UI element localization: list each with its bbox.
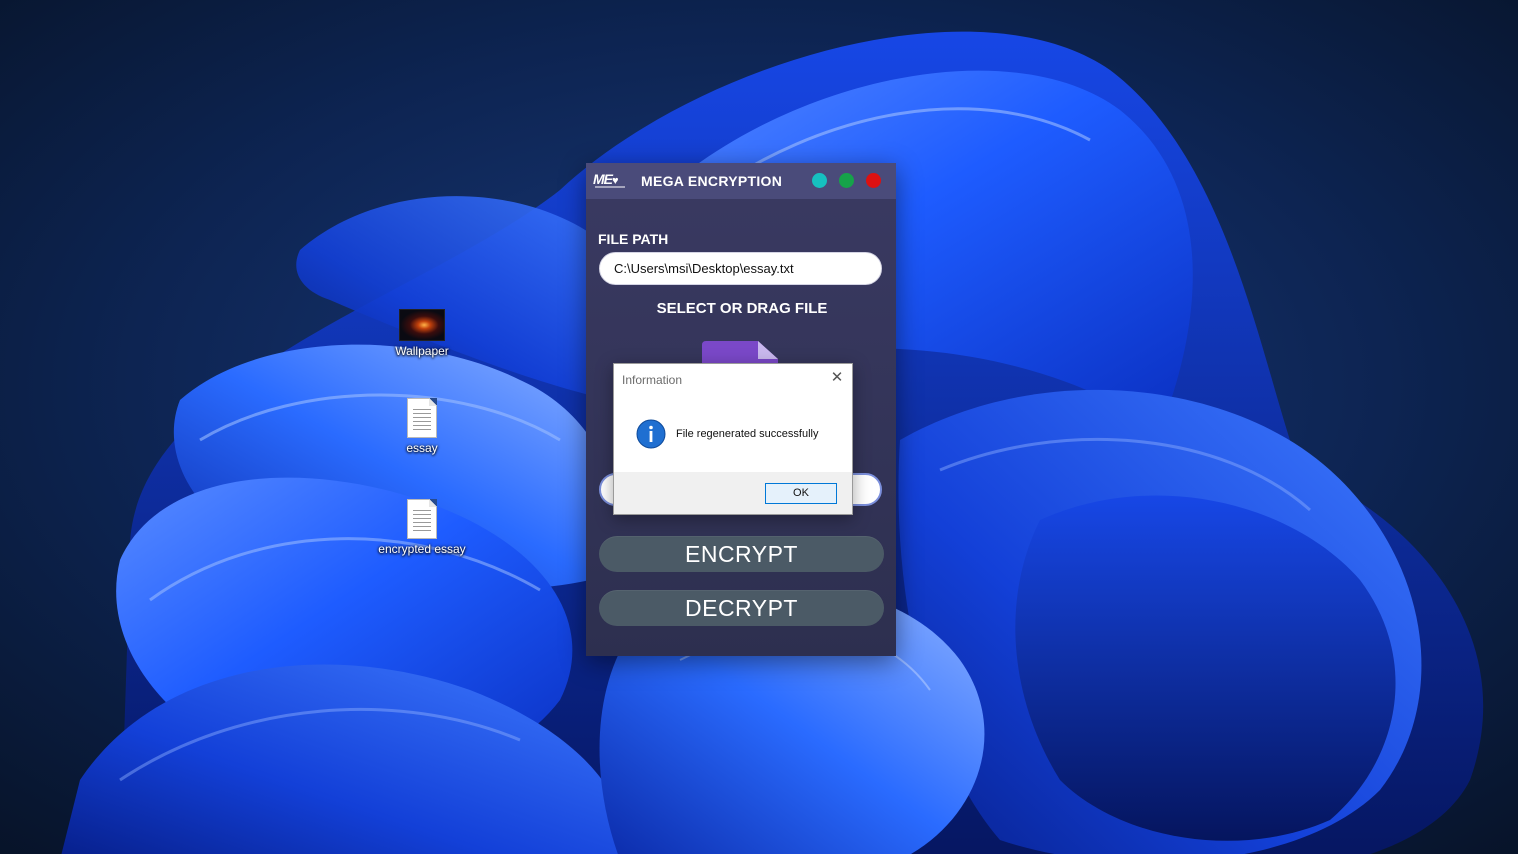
info-icon [636, 419, 666, 449]
select-drag-label: SELECT OR DRAG FILE [656, 300, 828, 317]
dialog-message: File regenerated successfully [676, 428, 819, 440]
desktop-icon-wallpaper[interactable]: Wallpaper [374, 309, 470, 358]
desktop-icon-label: Wallpaper [395, 344, 449, 358]
dialog-title: Information [622, 373, 683, 387]
app-title: MEGA ENCRYPTION [641, 173, 783, 189]
text-document-icon [407, 398, 437, 438]
maximize-button[interactable] [839, 173, 854, 188]
decrypt-button[interactable]: DECRYPT [599, 590, 884, 626]
file-path-input[interactable] [599, 252, 882, 285]
desktop-icon-label: encrypted essay [378, 542, 466, 556]
dialog-close-icon[interactable]: ✕ [828, 369, 846, 387]
ok-button[interactable]: OK [765, 483, 837, 504]
text-document-icon [407, 499, 437, 539]
app-logo: ME♥ [593, 171, 625, 191]
desktop-icon-encrypted-essay[interactable]: encrypted essay [374, 499, 470, 556]
minimize-button[interactable] [812, 173, 827, 188]
app-logo-text: ME [593, 171, 613, 187]
desktop-icon-label: essay [406, 441, 438, 455]
image-file-icon [399, 309, 445, 341]
desktop: Wallpaper essay encrypted essay ME♥ MEGA… [0, 0, 1518, 854]
information-dialog: Information ✕ File regenerated successfu… [613, 363, 853, 515]
title-bar[interactable]: ME♥ MEGA ENCRYPTION [586, 163, 896, 199]
close-button[interactable] [866, 173, 881, 188]
file-path-label: FILE PATH [598, 231, 669, 247]
encrypt-button[interactable]: ENCRYPT [599, 536, 884, 572]
dialog-footer: OK [614, 472, 852, 514]
desktop-icon-essay[interactable]: essay [374, 398, 470, 455]
